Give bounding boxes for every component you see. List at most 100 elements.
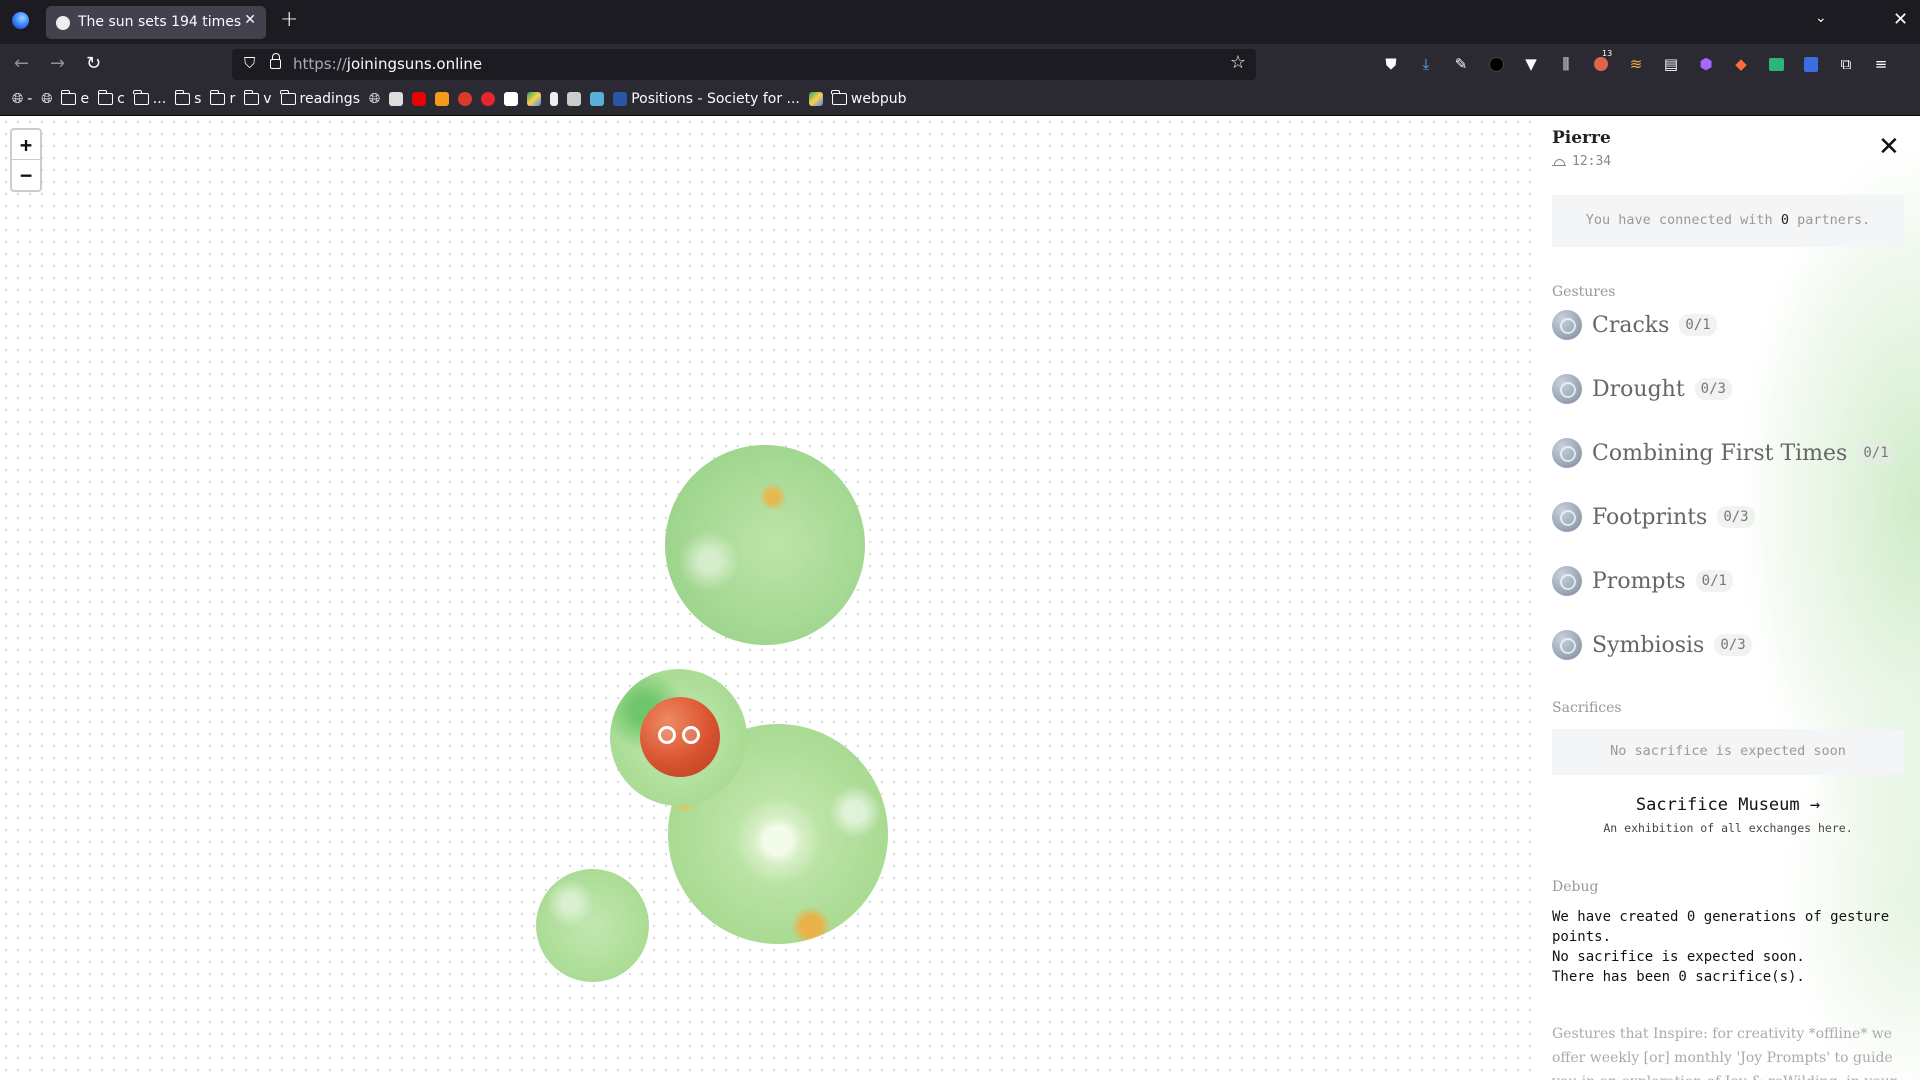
bookmark-folder-s[interactable]: s: [174, 90, 201, 107]
bookmark-folder-r[interactable]: r: [209, 90, 235, 107]
gesture-label: Cracks: [1592, 312, 1670, 338]
gesture-label: Combining First Times: [1592, 440, 1848, 466]
gesture-count: 0/3: [1694, 378, 1732, 400]
gesture-label: Footprints: [1592, 504, 1708, 530]
sacrifice-status-box: No sacrifice is expected soon: [1552, 729, 1904, 775]
gesture-label: Prompts: [1592, 568, 1686, 594]
bookmark-qr-icon[interactable]: [389, 92, 404, 106]
pocket-icon[interactable]: ⛊: [1380, 54, 1402, 74]
bookmark-folder-c[interactable]: c: [97, 90, 125, 107]
gesture-item-symbiosis[interactable]: Symbiosis 0/3: [1552, 628, 1752, 662]
sacrifice-status-text: No sacrifice is expected soon: [1610, 743, 1846, 759]
url-bar[interactable]: ⛉ https://joiningsuns.online ☆: [232, 49, 1256, 80]
bookmark-bw-icon[interactable]: [504, 92, 519, 106]
zoom-control: + −: [10, 128, 42, 192]
zoom-out-button[interactable]: −: [12, 160, 40, 190]
debug-heading: Debug: [1552, 879, 1599, 895]
bookmark-orange-icon[interactable]: [435, 92, 450, 106]
folder-icon: [831, 90, 847, 105]
sun-territory-blob[interactable]: [665, 445, 865, 645]
bookmark-folder-readings[interactable]: readings: [280, 90, 360, 107]
bookmark-globe-menu[interactable]: 🌐︎ -: [12, 91, 32, 107]
back-button[interactable]: ←: [14, 53, 29, 74]
player-name: Pierre: [1552, 128, 1611, 148]
reader-icon[interactable]: ▤: [1660, 54, 1682, 74]
prompts-icon: [1552, 566, 1582, 596]
gesture-count: 0/3: [1714, 634, 1752, 656]
folder-icon: [174, 90, 191, 105]
library-icon[interactable]: ⫼: [1555, 54, 1577, 74]
firefox-logo-icon[interactable]: [12, 12, 29, 29]
new-tab-button[interactable]: +: [280, 7, 298, 32]
bookmark-positions[interactable]: Positions - Society for ...: [613, 91, 800, 107]
sunset-time-value: 12:34: [1572, 154, 1612, 169]
url-text[interactable]: https://joiningsuns.online: [293, 55, 482, 73]
gesture-label: Symbiosis: [1592, 632, 1705, 658]
gesture-item-footprints[interactable]: Footprints 0/3: [1552, 500, 1755, 534]
gesture-item-drought[interactable]: Drought 0/3: [1552, 372, 1732, 406]
menu-hamburger-icon[interactable]: ≡: [1870, 54, 1892, 74]
stack-icon[interactable]: ≋: [1625, 54, 1647, 74]
bookmark-folder-dots[interactable]: ...: [133, 90, 166, 107]
forward-button[interactable]: →: [50, 53, 65, 74]
dark-circle-icon[interactable]: [1485, 54, 1507, 74]
partners-status-box: You have connected with 0 partners.: [1552, 195, 1904, 247]
hexagon-extension-icon[interactable]: ⬢: [1695, 54, 1717, 74]
gesture-count: 0/1: [1857, 442, 1895, 464]
list-all-tabs-icon[interactable]: ⌄: [1815, 10, 1827, 26]
partners-status-text: You have connected with 0 partners.: [1585, 212, 1871, 228]
gesture-count: 0/3: [1717, 506, 1755, 528]
debug-line: No sacrifice is expected soon.: [1552, 949, 1805, 965]
bookmark-blue-icon[interactable]: [590, 92, 605, 106]
tab-title: The sun sets 194 times: [78, 14, 242, 30]
gestures-heading: Gestures: [1552, 284, 1616, 300]
wrench-icon[interactable]: ✎: [1450, 54, 1472, 74]
debug-log: We have created 0 generations of gesture…: [1552, 907, 1904, 987]
folder-icon: [133, 90, 149, 105]
gesture-label: Drought: [1592, 376, 1685, 402]
bookmark-folder-webpub[interactable]: webpub: [831, 90, 907, 107]
bookmark-folder-v[interactable]: v: [243, 90, 272, 107]
bookmark-print-icon[interactable]: [567, 92, 582, 106]
sacrifice-museum-link[interactable]: Sacrifice Museum →: [1552, 795, 1904, 815]
close-panel-icon[interactable]: ✕: [1878, 132, 1900, 162]
player-side-panel: Pierre 12:34 ✕ You have connected with 0…: [1536, 116, 1920, 1080]
tracking-protection-icon[interactable]: ⛉: [244, 54, 255, 72]
extensions-puzzle-icon[interactable]: ⧉: [1835, 54, 1857, 74]
symbiosis-icon: [1552, 630, 1582, 660]
bookmark-phone-icon[interactable]: [481, 92, 496, 106]
bookmark-globe-2[interactable]: 🌐︎: [369, 91, 380, 107]
bookmark-folder-e[interactable]: e: [60, 90, 89, 107]
window-close-icon[interactable]: ✕: [1893, 9, 1908, 30]
gesture-item-prompts[interactable]: Prompts 0/1: [1552, 564, 1733, 598]
bookmarks-toolbar: 🌐︎ - 🌐︎ e c ... s r v readings 🌐︎ Positio…: [0, 84, 1920, 116]
folder-icon: [60, 90, 77, 105]
bookmark-small-icon[interactable]: [550, 92, 559, 106]
extension-badge-icon[interactable]: 13: [1590, 49, 1612, 74]
gesture-count: 0/1: [1679, 314, 1717, 336]
orange-extension-icon[interactable]: ◆: [1730, 54, 1752, 74]
download-icon[interactable]: ⤓: [1415, 54, 1437, 74]
bookmark-globe[interactable]: 🌐︎: [41, 91, 52, 107]
gesture-item-combining-first-times[interactable]: Combining First Times 0/1: [1552, 436, 1895, 470]
player-avatar[interactable]: [640, 697, 720, 777]
gestures-inspire-text: Gestures that Inspire: for creativity *o…: [1552, 1026, 1896, 1080]
bookmark-drive-icon[interactable]: [527, 92, 542, 106]
vue-icon[interactable]: ▼: [1520, 54, 1542, 74]
bookmark-red-green-icon[interactable]: [458, 92, 473, 106]
bookmark-drive-2-icon[interactable]: [808, 92, 823, 106]
sun-territory-blob[interactable]: [536, 869, 649, 982]
bookmark-youtube-icon[interactable]: [412, 92, 427, 106]
lock-icon[interactable]: [270, 53, 281, 69]
tab-close-icon[interactable]: ✕: [244, 12, 256, 28]
bitwarden-icon[interactable]: [1800, 54, 1822, 74]
mail-extension-icon[interactable]: [1765, 54, 1787, 74]
zoom-in-button[interactable]: +: [12, 130, 40, 160]
bookmark-star-icon[interactable]: ☆: [1230, 52, 1246, 73]
sunset-icon: [1552, 156, 1566, 168]
active-tab[interactable]: The sun sets 194 times ✕: [46, 6, 266, 39]
gesture-item-cracks[interactable]: Cracks 0/1: [1552, 308, 1717, 342]
debug-line: There has been 0 sacrifice(s).: [1552, 969, 1805, 985]
map-canvas[interactable]: + − Pierre 12:34 ✕ You have connected wi…: [0, 116, 1920, 1080]
reload-button[interactable]: ↻: [86, 53, 101, 74]
